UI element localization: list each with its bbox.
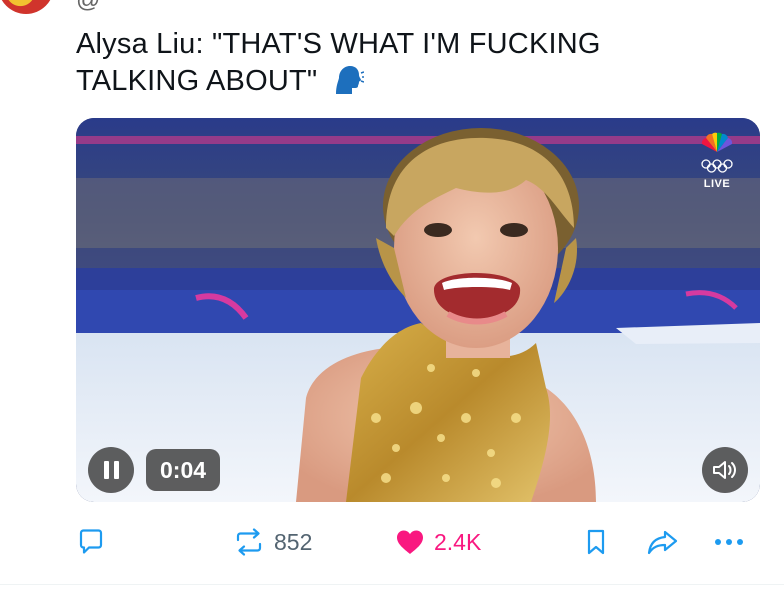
pause-button[interactable] [88,447,134,493]
post-action-bar: 852 2.4K [0,520,784,564]
like-button[interactable]: 2.4K [394,520,481,564]
speaker-icon [713,461,736,479]
video-frame [76,118,760,502]
repost-icon [236,528,262,556]
post-divider [0,584,784,585]
share-button[interactable] [646,520,680,564]
post-body: Alysa Liu: "THAT'S WHAT I'M FUCKING TALK… [76,26,716,106]
reply-icon [79,529,103,554]
repost-count: 852 [274,528,313,555]
more-icon [715,539,743,545]
like-count: 2.4K [434,528,482,555]
share-icon [647,530,678,555]
author-handle[interactable]: @ [76,0,100,14]
olympic-rings-icon [701,159,733,173]
post-detail: @ Alysa Liu: "THAT'S WHAT I'M FUCKING TA… [0,0,784,593]
peacock-icon [701,132,733,152]
live-badge: LIVE [703,178,731,190]
video-player[interactable]: LIVE 0:04 [76,118,760,502]
author-avatar[interactable] [0,0,54,14]
pause-icon-bar [113,461,119,479]
pause-icon [103,461,109,479]
bookmark-button[interactable] [582,520,610,564]
bookmark-icon [587,529,605,555]
repost-button[interactable]: 852 [232,520,312,564]
volume-button[interactable] [702,447,748,493]
heart-icon [397,530,423,554]
reply-button[interactable] [76,520,114,564]
speaking-head-icon [332,64,364,106]
more-options-button[interactable] [712,520,746,564]
nbc-peacock-logo: LIVE [696,132,738,190]
video-elapsed-time: 0:04 [146,449,221,491]
